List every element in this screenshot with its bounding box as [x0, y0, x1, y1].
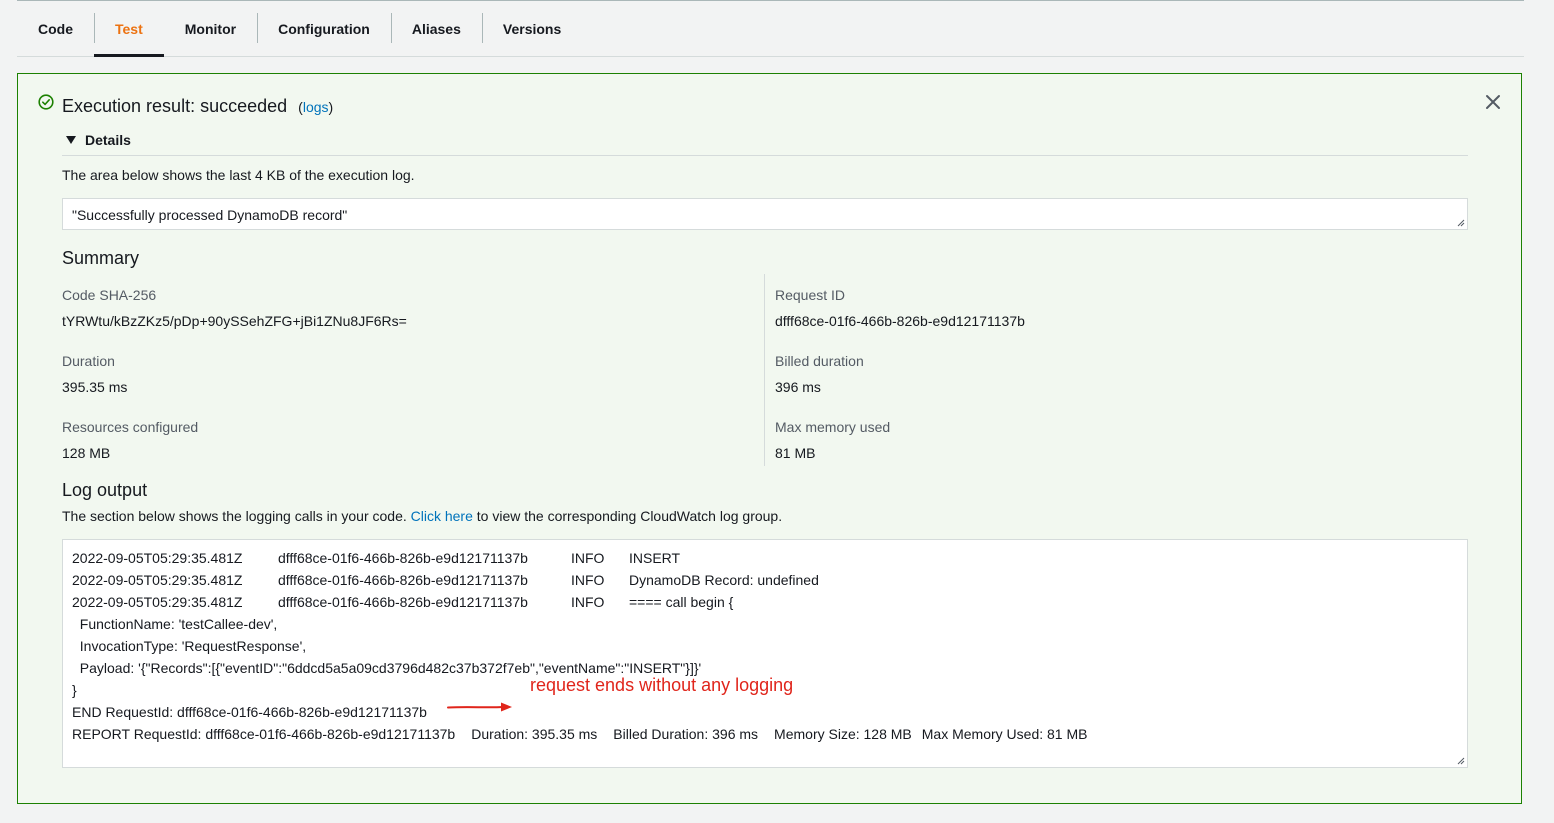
- summary-column-divider: [764, 274, 765, 466]
- tab-test[interactable]: Test: [94, 1, 164, 57]
- log-level: INFO: [571, 594, 605, 610]
- billed-duration-label: Billed duration: [775, 353, 864, 369]
- execution-result-panel: Execution result: succeeded (logs) Detai…: [17, 73, 1522, 804]
- log-continuation-line: FunctionName: 'testCallee-dev',: [72, 616, 278, 632]
- log-entry: 2022-09-05T05:29:35.481Z dfff68ce-01f6-46…: [72, 547, 1458, 569]
- log-level: INFO: [571, 572, 605, 588]
- log-level: INFO: [571, 550, 605, 566]
- log-request-id: dfff68ce-01f6-466b-826b-e9d12171137b: [278, 572, 528, 588]
- tab-aliases[interactable]: Aliases: [390, 1, 482, 56]
- max-memory-field: Max memory used 81 MB: [775, 419, 890, 461]
- tab-versions[interactable]: Versions: [481, 1, 582, 56]
- log-timestamp: 2022-09-05T05:29:35.481Z: [72, 594, 243, 610]
- details-label: Details: [85, 132, 131, 148]
- log-desc-before: The section below shows the logging call…: [62, 508, 407, 524]
- caret-down-icon: [66, 136, 76, 144]
- log-message: ==== call begin {: [629, 594, 734, 610]
- log-timestamp: 2022-09-05T05:29:35.481Z: [72, 572, 243, 588]
- log-desc-after: to view the corresponding CloudWatch log…: [476, 508, 783, 524]
- request-id-value: dfff68ce-01f6-466b-826b-e9d12171137b: [775, 313, 1025, 329]
- max-memory-value: 81 MB: [775, 445, 816, 461]
- log-timestamp: 2022-09-05T05:29:35.481Z: [72, 550, 243, 566]
- report-duration: Duration: 395.35 ms: [471, 726, 598, 742]
- resources-configured-field: Resources configured 128 MB: [62, 419, 198, 461]
- log-entries: 2022-09-05T05:29:35.481Z dfff68ce-01f6-46…: [72, 547, 1458, 613]
- log-output-heading: Log output: [62, 480, 148, 500]
- logs-link[interactable]: logs: [303, 99, 329, 115]
- code-sha-value: tYRWtu/kBzZKz5/pDp+90ySSehZFG+jBi1ZNu8JF…: [62, 313, 407, 329]
- log-output-textarea[interactable]: 2022-09-05T05:29:35.481Z dfff68ce-01f6-46…: [62, 539, 1468, 768]
- resize-grip-icon[interactable]: [1457, 757, 1465, 765]
- request-id-field: Request ID dfff68ce-01f6-466b-826b-e9d12…: [775, 287, 1025, 329]
- billed-duration-value: 396 ms: [775, 379, 821, 395]
- log-continuation-line: InvocationType: 'RequestResponse',: [72, 638, 307, 654]
- log-entry: 2022-09-05T05:29:35.481Z dfff68ce-01f6-46…: [72, 591, 1458, 613]
- log-entry: 2022-09-05T05:29:35.481Z dfff68ce-01f6-46…: [72, 569, 1458, 591]
- execution-output-value: "Successfully processed DynamoDB record": [72, 207, 348, 223]
- tab-code[interactable]: Code: [17, 1, 94, 56]
- details-divider: [62, 155, 1468, 156]
- code-sha-field: Code SHA-256 tYRWtu/kBzZKz5/pDp+90ySSehZ…: [62, 287, 407, 329]
- tab-monitor[interactable]: Monitor: [164, 1, 257, 56]
- billed-duration-field: Billed duration 396 ms: [775, 353, 864, 395]
- resize-grip-icon[interactable]: [1457, 219, 1465, 227]
- resources-configured-label: Resources configured: [62, 419, 199, 435]
- duration-label: Duration: [62, 353, 115, 369]
- details-toggle[interactable]: Details: [66, 132, 131, 148]
- logs-link-wrapper: (logs): [298, 99, 334, 115]
- cloudwatch-link[interactable]: Click here: [411, 508, 473, 524]
- log-message: DynamoDB Record: undefined: [629, 572, 819, 588]
- execution-output-textarea[interactable]: "Successfully processed DynamoDB record": [62, 198, 1468, 230]
- log-output-description: The section below shows the logging call…: [62, 508, 782, 524]
- tab-bar: Code Test Monitor Configuration Aliases Versi…: [17, 1, 1524, 57]
- code-sha-label: Code SHA-256: [62, 287, 157, 303]
- area-description: The area below shows the last 4 KB of th…: [62, 167, 415, 183]
- check-circle-icon: [38, 94, 54, 110]
- arrow-right-icon: [447, 702, 512, 712]
- report-billed-duration: Billed Duration: 396 ms: [613, 726, 759, 742]
- summary-heading: Summary: [62, 248, 140, 268]
- log-message: INSERT: [629, 550, 681, 566]
- log-end-line: END RequestId: dfff68ce-01f6-466b-826b-e…: [72, 704, 427, 720]
- log-request-id: dfff68ce-01f6-466b-826b-e9d12171137b: [278, 550, 528, 566]
- annotation-text: request ends without any logging: [530, 675, 794, 695]
- duration-field: Duration 395.35 ms: [62, 353, 127, 395]
- request-id-label: Request ID: [775, 287, 846, 303]
- report-memory-size: Memory Size: 128 MB: [774, 726, 912, 742]
- tab-configuration[interactable]: Configuration: [257, 1, 391, 56]
- max-memory-label: Max memory used: [775, 419, 891, 435]
- report-request-id: REPORT RequestId: dfff68ce-01f6-466b-826…: [72, 726, 456, 742]
- close-icon[interactable]: [1485, 94, 1501, 110]
- execution-result-title: Execution result: succeeded (logs): [62, 96, 333, 117]
- resources-configured-value: 128 MB: [62, 445, 111, 461]
- log-request-id: dfff68ce-01f6-466b-826b-e9d12171137b: [278, 594, 528, 610]
- result-title-text: Execution result: succeeded: [62, 96, 288, 116]
- duration-value: 395.35 ms: [62, 379, 128, 395]
- report-max-memory: Max Memory Used: 81 MB: [921, 726, 1088, 742]
- log-report-line: REPORT RequestId: dfff68ce-01f6-466b-826…: [72, 723, 1458, 745]
